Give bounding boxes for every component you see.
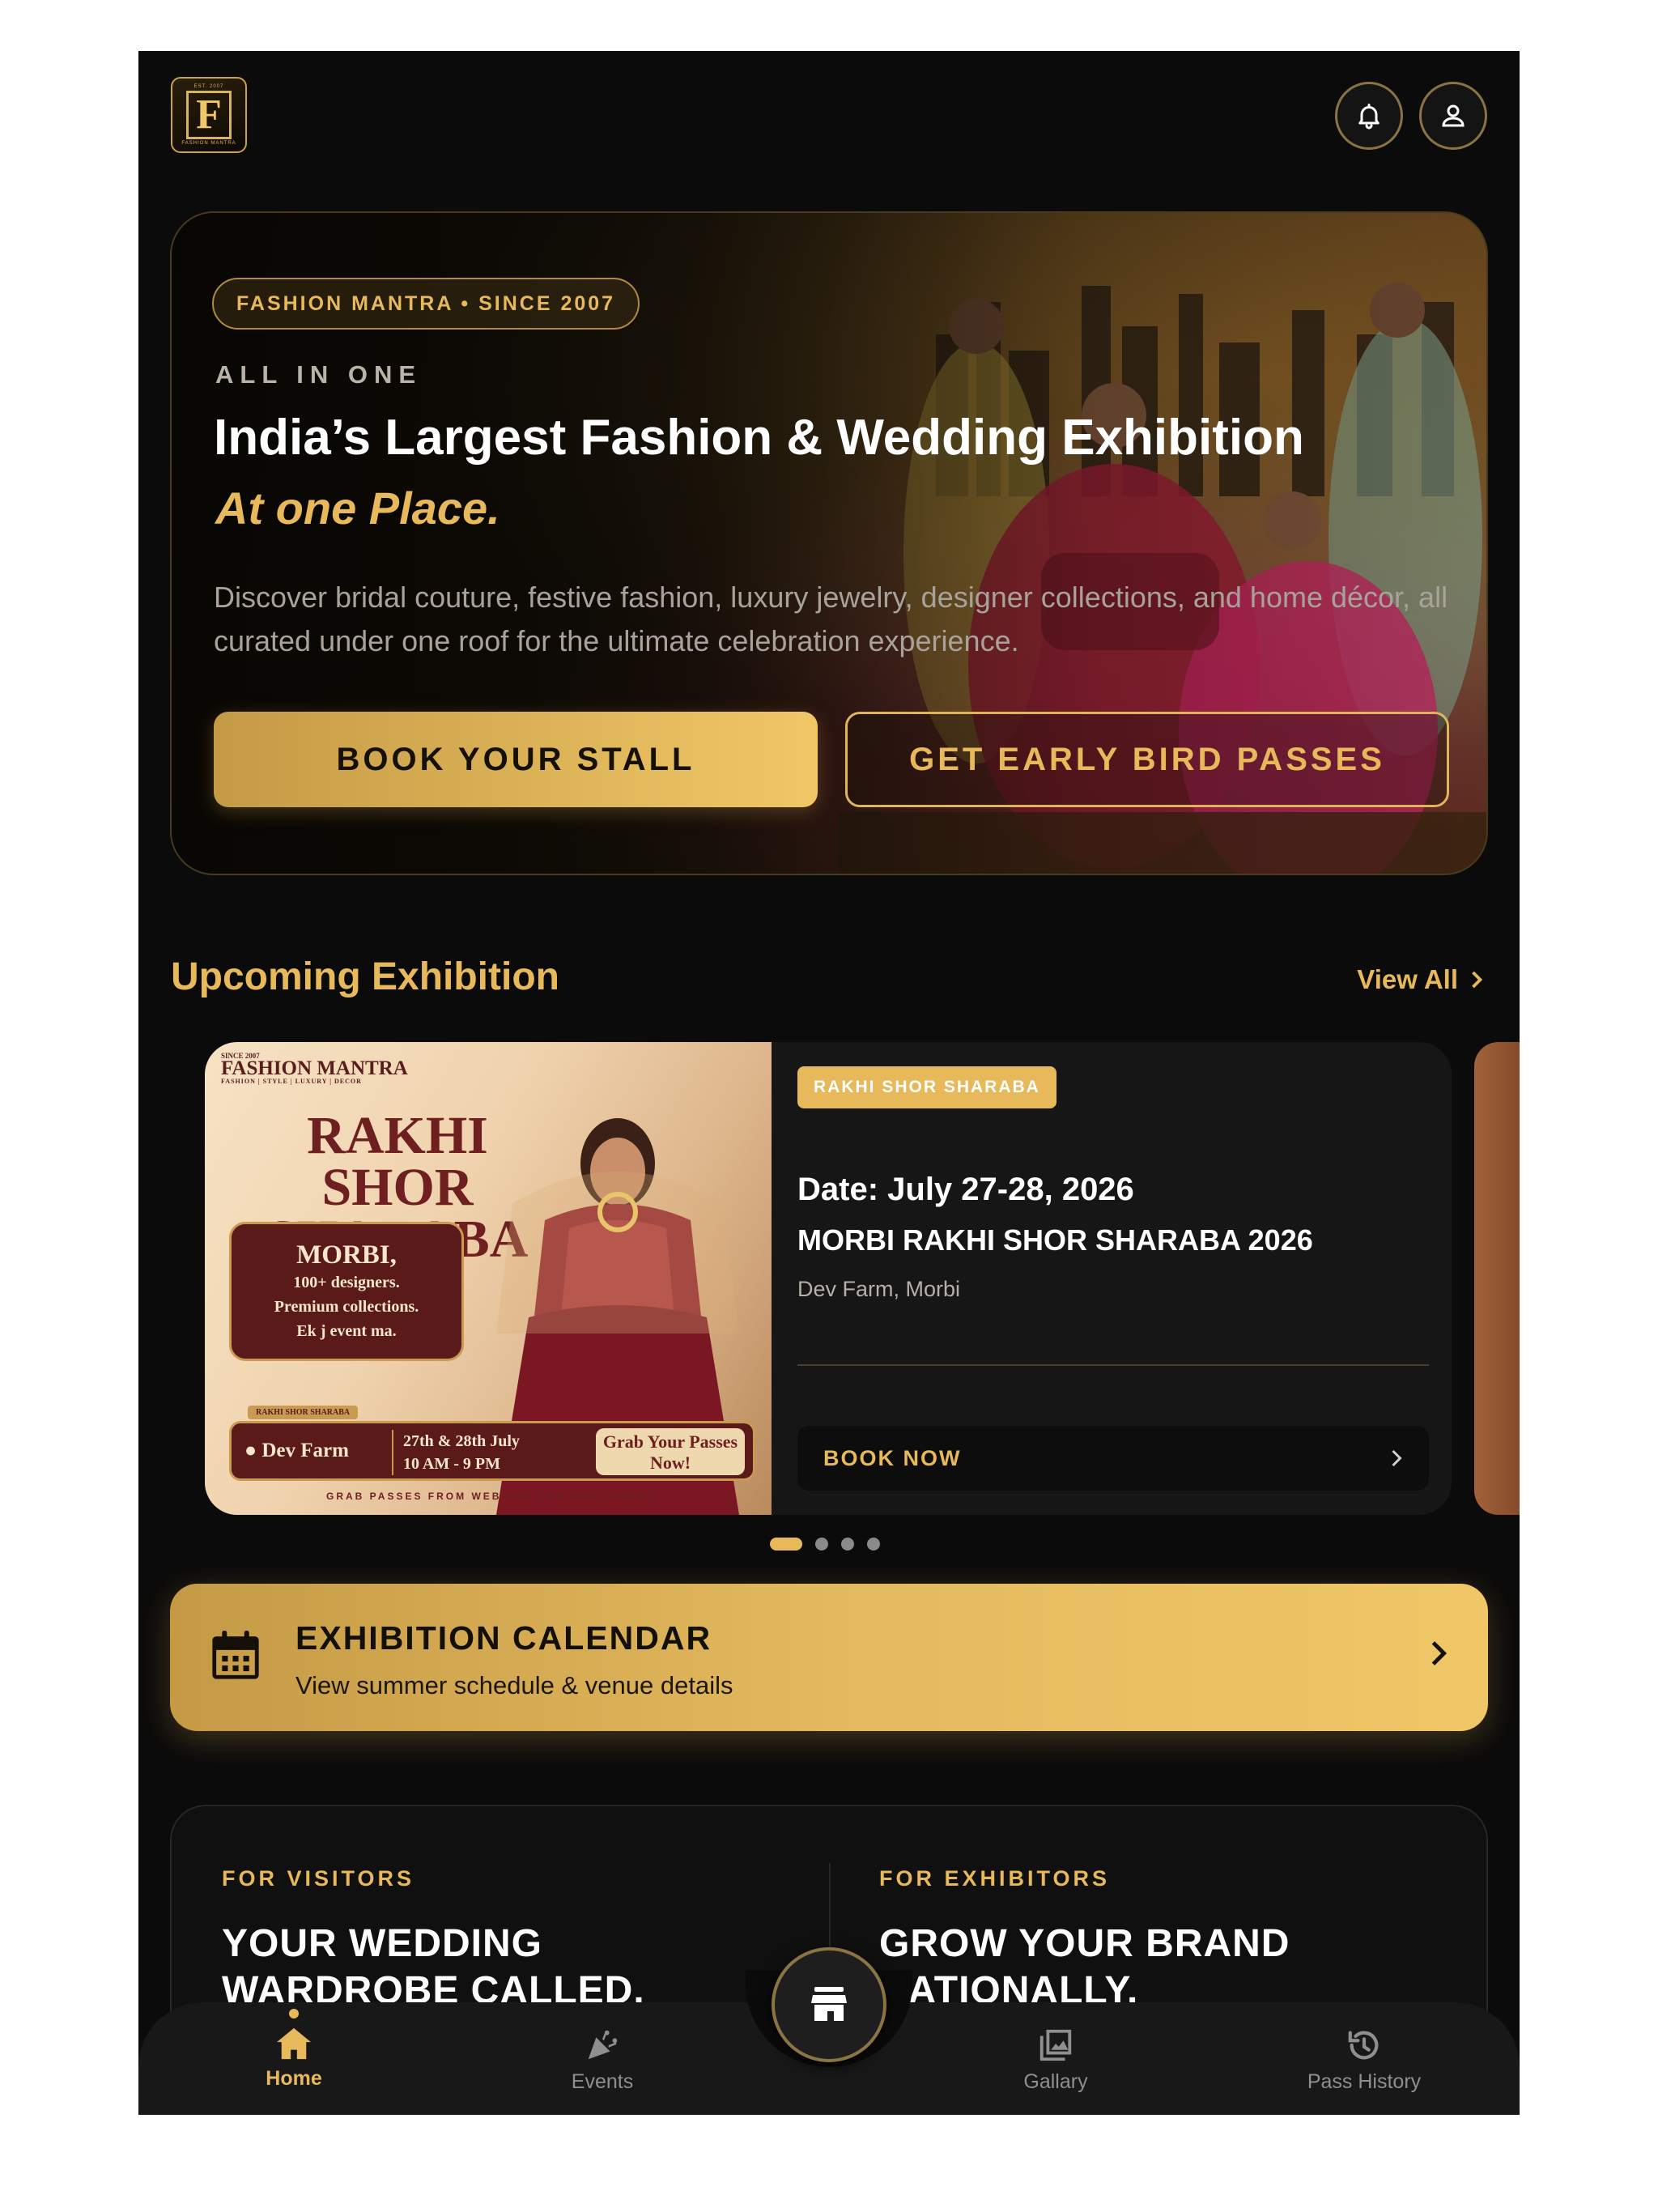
- exhibition-tag: RAKHI SHOR SHARABA: [797, 1066, 1056, 1108]
- exhibition-card[interactable]: SINCE 2007 FASHION MANTRA FASHION | STYL…: [205, 1042, 1452, 1515]
- exhibition-card-info: RAKHI SHOR SHARABA Date: July 27-28, 202…: [772, 1042, 1452, 1515]
- exhibition-calendar-banner[interactable]: EXHIBITION CALENDAR View summer schedule…: [170, 1584, 1488, 1731]
- next-exhibition-card-peek[interactable]: [1474, 1042, 1520, 1515]
- visitors-headline: YOUR WEDDING WARDROBE CALLED.: [222, 1921, 645, 2014]
- nav-label-pass-history: Pass History: [1307, 2070, 1422, 2093]
- nav-label-gallery: Gallary: [1023, 2070, 1088, 2093]
- nav-item-events[interactable]: Events: [521, 2027, 683, 2094]
- carousel-dot[interactable]: [867, 1538, 880, 1551]
- bell-icon: [1358, 104, 1380, 130]
- poster-location: ● Dev Farm: [244, 1440, 349, 1461]
- carousel-dot[interactable]: [841, 1538, 854, 1551]
- hero-badge: FASHION MANTRA • SINCE 2007: [212, 278, 640, 330]
- poster-speech-bubble: MORBI, 100+ designers. Premium collectio…: [229, 1222, 464, 1361]
- visitors-eyebrow: FOR VISITORS: [222, 1866, 415, 1891]
- poster-bar-tab: RAKHI SHOR SHARABA: [248, 1406, 359, 1419]
- exhibition-poster: SINCE 2007 FASHION MANTRA FASHION | STYL…: [205, 1042, 772, 1515]
- chevron-right-icon: [1472, 971, 1483, 989]
- visitors-headline-line1: YOUR WEDDING: [222, 1922, 542, 1965]
- exhibitors-headline-line1: GROW YOUR BRAND: [879, 1922, 1290, 1965]
- exhibition-date: Date: July 27-28, 2026: [797, 1172, 1134, 1207]
- nav-item-gallery[interactable]: Gallary: [975, 2027, 1137, 2094]
- calendar-subtitle: View summer schedule & venue details: [295, 1671, 733, 1699]
- history-icon: [1348, 2031, 1379, 2060]
- view-all-label: View All: [1357, 964, 1458, 994]
- poster-line2: Premium collections.: [274, 1298, 419, 1316]
- calendar-icon: [212, 1631, 259, 1679]
- hero-accent: At one Place.: [215, 483, 500, 534]
- hero-title: India’s Largest Fashion & Wedding Exhibi…: [214, 410, 1304, 466]
- book-stall-button[interactable]: BOOK YOUR STALL: [214, 712, 818, 807]
- poster-brand-name: FASHION MANTRA: [221, 1057, 408, 1079]
- exhibitors-section[interactable]: FOR EXHIBITORS GROW YOUR BRAND NATIONALL…: [879, 1866, 1290, 2014]
- poster-when: 27th & 28th July 10 AM - 9 PM: [392, 1430, 520, 1475]
- poster-dates: 27th & 28th July: [403, 1432, 520, 1450]
- exhibition-name: MORBI RAKHI SHOR SHARABA 2026: [797, 1223, 1313, 1257]
- notifications-button[interactable]: [1335, 82, 1403, 150]
- active-indicator: [289, 2009, 299, 2018]
- section-title-upcoming: Upcoming Exhibition: [171, 955, 559, 998]
- poster-brand: SINCE 2007 FASHION MANTRA FASHION | STYL…: [221, 1052, 408, 1085]
- carousel-indicator: [770, 1538, 880, 1551]
- poster-grab-passes: Grab Your Passes Now!: [596, 1428, 745, 1475]
- logo-letter: F: [186, 91, 232, 139]
- gallery-icon: [1039, 2029, 1072, 2061]
- nav-label-home: Home: [266, 2067, 322, 2090]
- exhibition-venue: Dev Farm, Morbi: [797, 1277, 961, 1301]
- chevron-right-icon: [1431, 1641, 1448, 1665]
- visitors-section[interactable]: FOR VISITORS YOUR WEDDING WARDROBE CALLE…: [222, 1866, 645, 2014]
- view-all-link[interactable]: View All: [1357, 964, 1484, 995]
- brand-logo[interactable]: EST. 2007 F FASHION MANTRA: [171, 77, 247, 153]
- hero-banner: FASHION MANTRA • SINCE 2007 ALL IN ONE I…: [170, 211, 1488, 875]
- carousel-dot[interactable]: [770, 1538, 802, 1551]
- chevron-right-icon: [1392, 1449, 1402, 1467]
- carousel-dot[interactable]: [815, 1538, 828, 1551]
- poster-city: MORBI,: [296, 1240, 397, 1270]
- home-icon: [277, 2027, 311, 2060]
- exhibitors-headline: GROW YOUR BRAND NATIONALLY.: [879, 1921, 1290, 2014]
- logo-top-text: EST. 2007: [193, 84, 224, 89]
- nav-item-pass-history[interactable]: Pass History: [1283, 2027, 1445, 2094]
- poster-footer: GRAB PASSES FROM WEBSITE FOR FREE ENTRY: [326, 1491, 657, 1502]
- exhibitors-eyebrow: FOR EXHIBITORS: [879, 1866, 1111, 1891]
- poster-line1: 100+ designers.: [293, 1274, 400, 1291]
- calendar-title: EXHIBITION CALENDAR: [295, 1619, 712, 1657]
- book-now-label: BOOK NOW: [823, 1445, 962, 1470]
- book-now-button[interactable]: BOOK NOW: [797, 1426, 1429, 1491]
- nav-item-home[interactable]: Home: [213, 2009, 375, 2091]
- user-icon: [1442, 104, 1465, 127]
- poster-time: 10 AM - 9 PM: [403, 1455, 500, 1473]
- hero-eyebrow: ALL IN ONE: [215, 360, 423, 389]
- poster-info-bar: RAKHI SHOR SHARABA ● Dev Farm 27th & 28t…: [229, 1406, 755, 1481]
- card-divider: [797, 1364, 1429, 1366]
- store-fab-button[interactable]: [772, 1947, 886, 2062]
- early-bird-passes-button[interactable]: GET EARLY BIRD PASSES: [845, 712, 1449, 807]
- party-popper-icon: [588, 2030, 618, 2060]
- store-icon: [811, 1987, 847, 2021]
- poster-line3: Ek j event ma.: [296, 1322, 397, 1340]
- profile-button[interactable]: [1419, 82, 1487, 150]
- poster-location-text: Dev Farm: [261, 1440, 349, 1461]
- app-screen: EST. 2007 F FASHION MANTRA FASHION MANTR…: [138, 51, 1520, 2115]
- logo-bottom-text: FASHION MANTRA: [181, 141, 236, 146]
- nav-label-events: Events: [571, 2070, 634, 2093]
- hero-description: Discover bridal couture, festive fashion…: [214, 581, 1448, 657]
